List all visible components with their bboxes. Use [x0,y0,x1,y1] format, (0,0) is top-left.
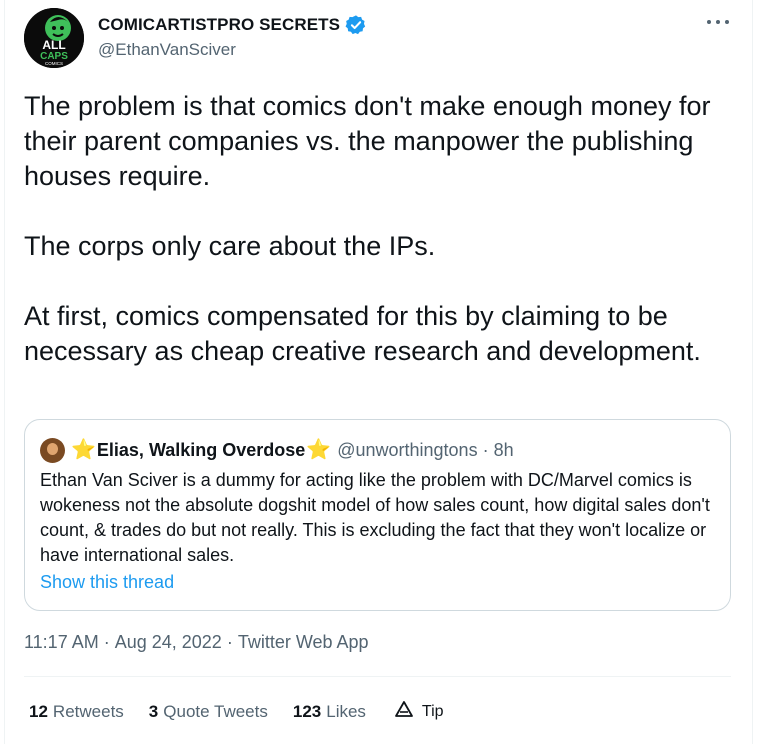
retweets-count: 12 [29,701,48,721]
tweet-date[interactable]: Aug 24, 2022 [115,632,222,652]
tweet-paragraph: At first, comics compensated for this by… [24,301,701,366]
tweet-source-app[interactable]: Twitter Web App [238,632,369,652]
likes-count: 123 [292,701,322,721]
quote-timestamp[interactable]: 8h [494,440,514,461]
quote-text: Ethan Van Sciver is a dummy for acting l… [40,470,710,565]
likes-label: Likes [326,701,366,721]
quote-header: ⭐ Elias, Walking Overdose ⭐ @unworthingt… [40,437,514,463]
more-horizontal-icon[interactable] [707,14,729,30]
tweet-time[interactable]: 11:17 AM [24,632,99,652]
avatar-text-all: ALL [42,38,65,52]
quote-tweets-count: 3 [148,701,159,721]
tip-label: Tip [421,702,444,720]
retweets-stat[interactable]: 12 Retweets [29,702,124,722]
tip-jar-icon [394,700,414,723]
quote-tweets-stat[interactable]: 3 Quote Tweets [149,702,268,722]
quote-tweet-card[interactable]: ⭐ Elias, Walking Overdose ⭐ @unworthingt… [24,419,731,611]
quote-avatar[interactable] [40,437,65,463]
meta-separator: · [103,632,110,652]
retweets-label: Retweets [52,701,124,721]
star-emoji-icon: ⭐ [71,439,96,461]
quote-author-handle[interactable]: @unworthingtons [337,440,477,461]
avatar-text-comics: COMICS [45,61,63,66]
likes-stat[interactable]: 123 Likes [293,702,366,722]
author-handle[interactable]: @EthanVanSciver [98,40,367,60]
show-thread-link[interactable]: Show this thread [40,572,174,593]
quote-tweets-label: Quote Tweets [163,701,268,721]
author-display-name[interactable]: COMICARTISTPRO SECRETS [98,15,340,35]
tweet-metadata: 11:17 AM · Aug 24, 2022 · Twitter Web App [24,632,369,653]
divider [24,676,731,677]
engagement-stats: 12 Retweets 3 Quote Tweets 123 Likes Tip [29,700,444,723]
avatar-logo-icon: ALL CAPS COMICS [24,8,84,68]
tweet-paragraph: The problem is that comics don't make en… [24,91,711,191]
meta-separator: · [226,632,233,652]
tweet-text: The problem is that comics don't make en… [24,89,739,369]
avatar[interactable]: ALL CAPS COMICS [24,8,84,68]
verified-badge-icon [345,14,367,36]
tweet-paragraph: The corps only care about the IPs. [24,231,436,261]
star-emoji-icon: ⭐ [306,439,332,461]
author-block: COMICARTISTPRO SECRETS @EthanVanSciver [98,13,367,60]
tip-button[interactable]: Tip [394,700,444,723]
quote-separator: · [482,439,489,460]
quote-author-name[interactable]: Elias, Walking Overdose [97,440,305,461]
